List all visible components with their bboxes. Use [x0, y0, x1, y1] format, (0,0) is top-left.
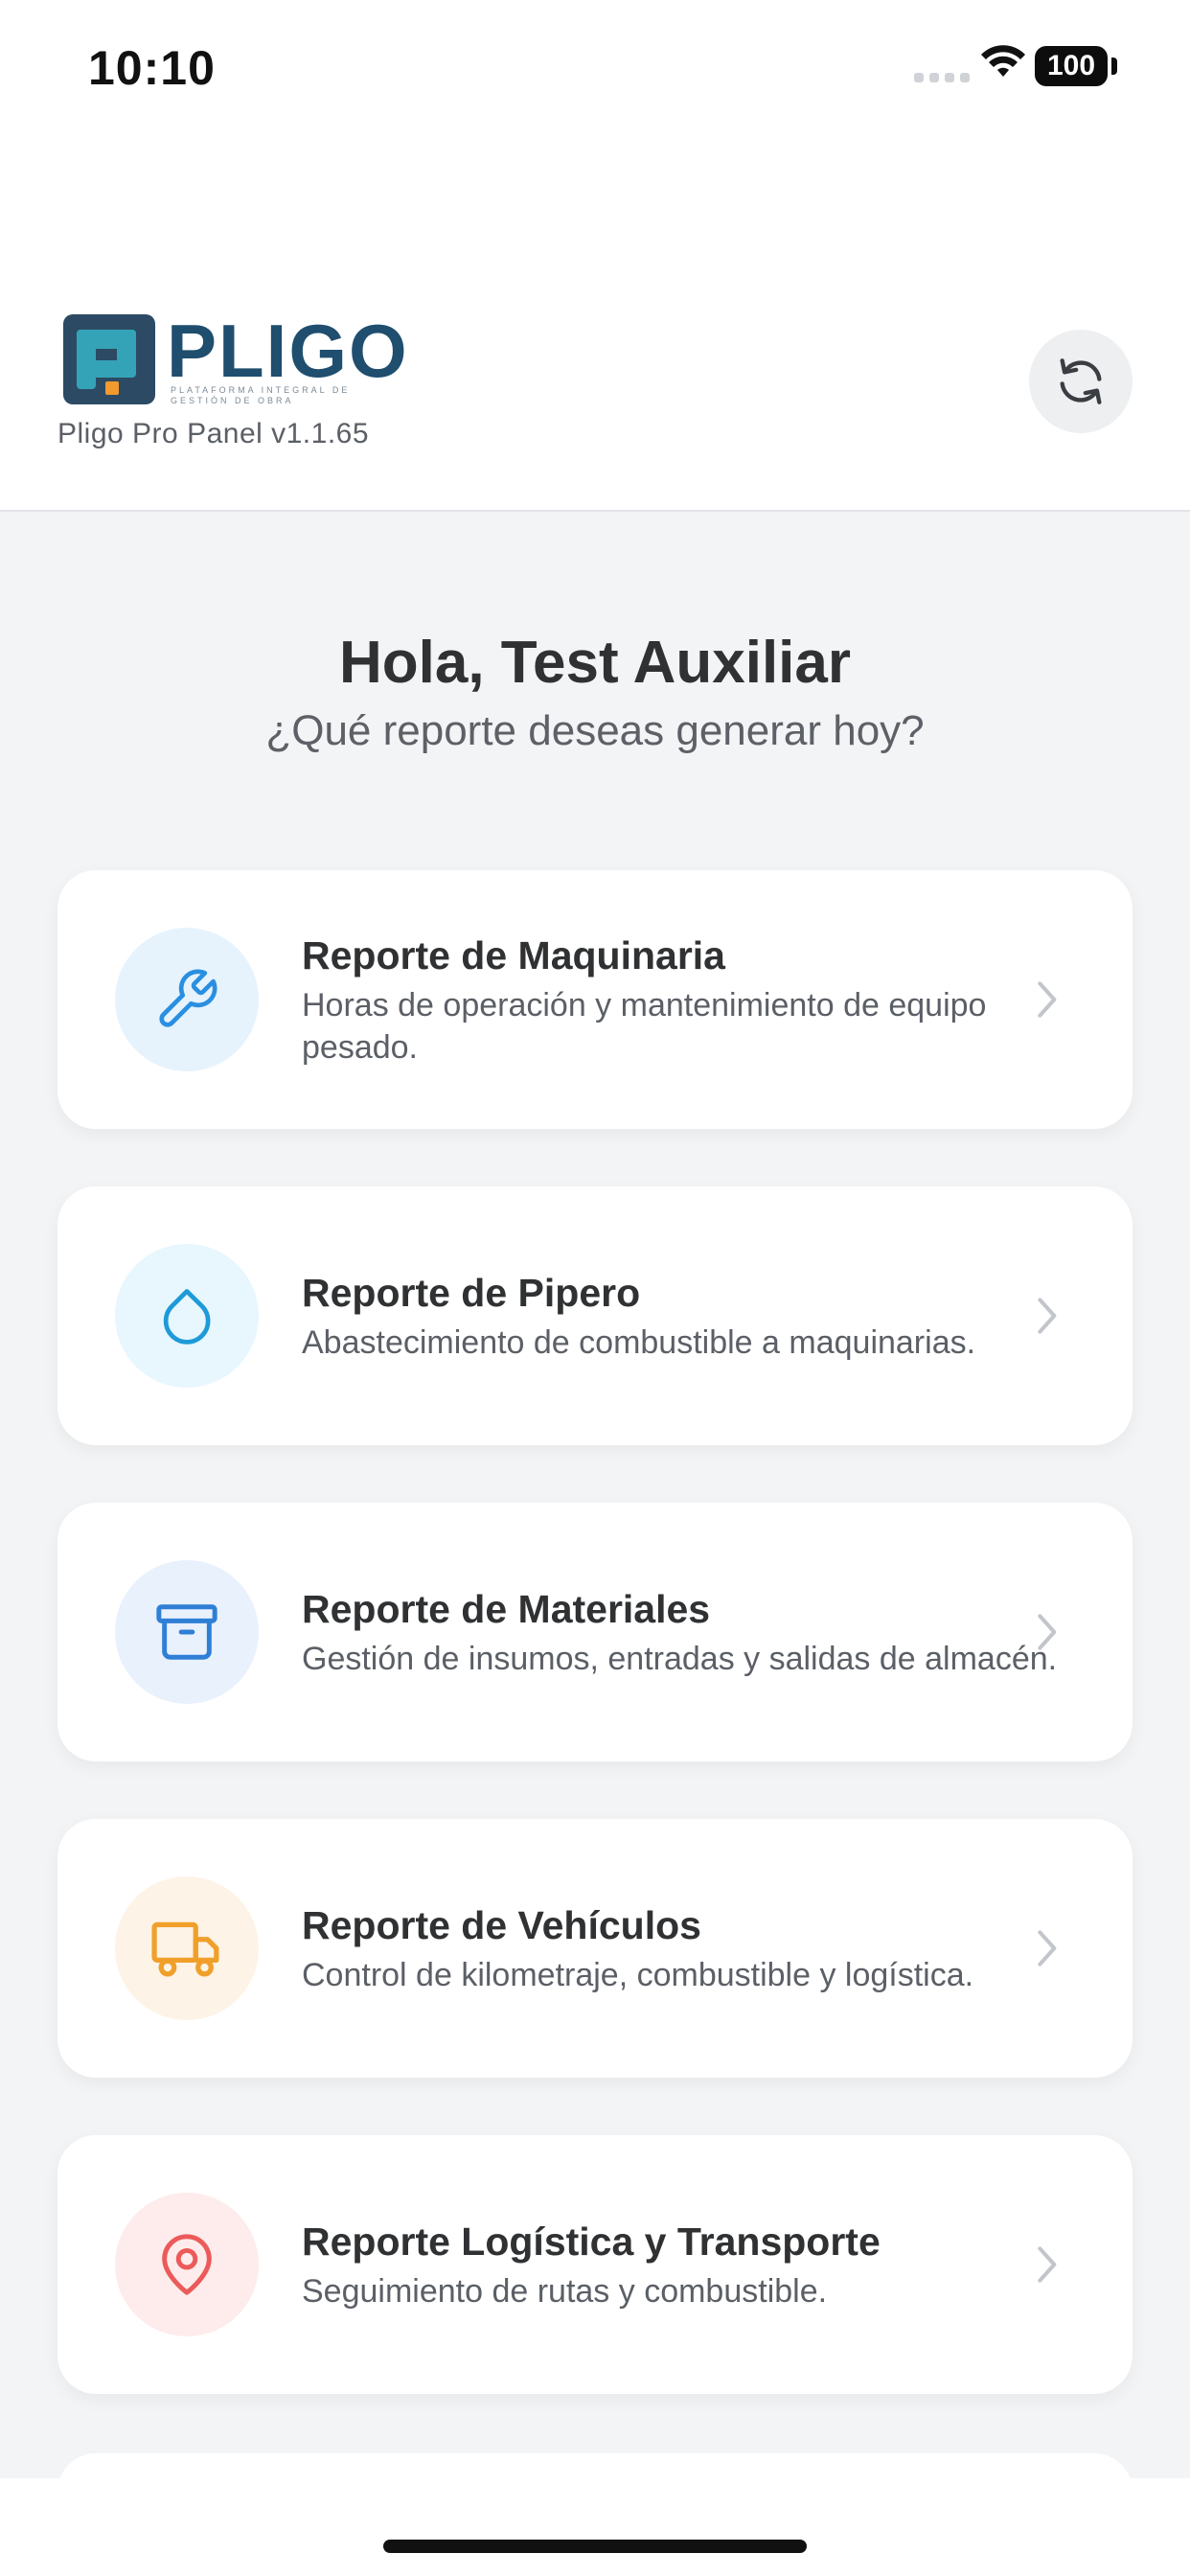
card-text: Reporte de Pipero Abastecimiento de comb…: [302, 1186, 1068, 1445]
card-text: Reporte de Maquinaria Horas de operación…: [302, 870, 1068, 1129]
card-description: Seguimiento de rutas y combustible.: [302, 2273, 828, 2310]
bottom-safe-area: [0, 2478, 1190, 2576]
chevron-right-icon: [1038, 1930, 1057, 1966]
card-description: Gestión de insumos, entradas y salidas d…: [302, 1641, 1058, 1677]
card-title: Reporte de Materiales: [302, 1587, 711, 1631]
truck-icon: [151, 1921, 219, 1977]
card-icon-circle: [115, 1560, 259, 1704]
card-icon-circle: [115, 1876, 259, 2020]
logo-wordmark: PLIGO: [167, 309, 409, 393]
report-card-vehiculos[interactable]: Reporte de Vehículos Control de kilometr…: [57, 1819, 1133, 2078]
card-title: Reporte de Vehículos: [302, 1903, 701, 1947]
wrench-icon: [159, 969, 217, 1027]
greeting: Hola, Test Auxiliar ¿Qué reporte deseas …: [0, 627, 1190, 759]
archive-box-icon: [156, 1604, 217, 1660]
battery-cap: [1111, 58, 1117, 75]
chevron-right-icon: [1038, 2246, 1057, 2283]
logo-tagline: PLATAFORMA INTEGRAL DE GESTIÓN DE OBRA: [171, 385, 351, 405]
card-description: Control de kilometraje, combustible y lo…: [302, 1957, 974, 1993]
report-card-logistica[interactable]: Reporte Logística y Transporte Seguimien…: [57, 2135, 1133, 2394]
report-card-materiales[interactable]: Reporte de Materiales Gestión de insumos…: [57, 1503, 1133, 1761]
card-description: Abastecimiento de combustible a maquinar…: [302, 1324, 976, 1361]
card-title: Reporte de Maquinaria: [302, 933, 725, 978]
card-text: Reporte de Materiales Gestión de insumos…: [302, 1503, 1068, 1761]
status-indicators: 100: [903, 38, 1190, 96]
card-title: Reporte de Pipero: [302, 1271, 641, 1315]
app-version: Pligo Pro Panel v1.1.65: [57, 418, 370, 449]
chevron-right-icon: [1038, 1614, 1057, 1650]
pligo-logo: PLIGO PLATAFORMA INTEGRAL DE GESTIÓN DE …: [63, 312, 407, 406]
report-card-maquinaria[interactable]: Reporte de Maquinaria Horas de operación…: [57, 870, 1133, 1129]
greeting-title: Hola, Test Auxiliar: [338, 630, 852, 696]
card-text: Reporte Logística y Transporte Seguimien…: [302, 2135, 1068, 2394]
card-text: Reporte de Vehículos Control de kilometr…: [302, 1819, 1068, 2078]
droplet-icon: [163, 1289, 211, 1345]
battery-icon: 100: [1035, 46, 1108, 86]
card-icon-circle: [115, 928, 259, 1071]
app-header: 10:10 100 PLIGO PLATAFORMA INTEGRAL DE G…: [0, 0, 1190, 512]
chevron-right-icon: [1038, 981, 1057, 1018]
card-title: Reporte Logística y Transporte: [302, 2220, 881, 2264]
status-time: 10:10: [88, 41, 216, 95]
greeting-subtitle: ¿Qué reporte deseas generar hoy?: [265, 707, 925, 754]
card-description: Horas de operación y mantenimiento de eq…: [302, 987, 987, 1066]
card-icon-circle: [115, 2193, 259, 2336]
home-indicator[interactable]: [383, 2540, 807, 2553]
report-card-pipero[interactable]: Reporte de Pipero Abastecimiento de comb…: [57, 1186, 1133, 1445]
refresh-icon: [1060, 358, 1102, 404]
logo-mark-icon: [63, 314, 155, 404]
map-pin-icon: [162, 2234, 212, 2295]
refresh-button[interactable]: [1029, 330, 1133, 433]
wifi-icon: [981, 45, 1025, 77]
cellular-signal-icon: [914, 73, 970, 82]
chevron-right-icon: [1038, 1298, 1057, 1334]
card-icon-circle: [115, 1244, 259, 1388]
